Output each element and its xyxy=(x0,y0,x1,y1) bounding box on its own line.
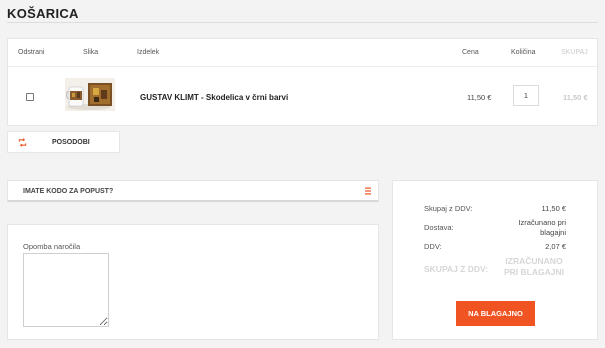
menu-toggle-icon[interactable] xyxy=(365,187,371,195)
order-note-label: Opomba naročila xyxy=(23,242,81,251)
checkout-button[interactable]: NA BLAGAJNO xyxy=(456,301,535,326)
column-header-product: Izdelek xyxy=(137,49,160,56)
shipping-value: Izračunano pri blagajni xyxy=(518,218,566,237)
update-cart-button[interactable]: POSODOBI xyxy=(7,131,120,153)
product-thumbnail[interactable] xyxy=(65,78,115,111)
order-note-panel: Opomba naročila xyxy=(7,224,379,340)
page-title: KOŠARICA xyxy=(7,6,79,21)
column-header-image: Slika xyxy=(83,49,99,56)
column-header-total: SKUPAJ xyxy=(561,49,588,56)
refresh-icon xyxy=(18,138,27,147)
quantity-input[interactable]: 1 xyxy=(513,85,539,106)
column-header-quantity: Količina xyxy=(511,49,536,56)
shipping-label: Dostava: xyxy=(424,223,454,232)
row-total: 11,50 € xyxy=(563,93,588,102)
grand-total-label: SKUPAJ Z DDV: xyxy=(424,264,489,274)
cart-table-header: Odstrani Slika Izdelek Cena Količina SKU… xyxy=(8,39,597,67)
remove-item-checkbox[interactable] xyxy=(26,93,34,101)
vat-value: 2,07 € xyxy=(545,242,566,251)
update-cart-label: POSODOBI xyxy=(52,139,90,146)
mug-and-box-image xyxy=(65,78,115,111)
title-divider xyxy=(7,22,598,23)
product-price: 11,50 € xyxy=(467,93,492,102)
coupon-toggle-bar[interactable]: IMATE KODO ZA POPUST? xyxy=(7,180,379,202)
cart-table: Odstrani Slika Izdelek Cena Količina SKU… xyxy=(7,38,598,126)
product-name-link[interactable]: GUSTAV KLIMT - Skodelica v črni barvi xyxy=(140,93,288,102)
subtotal-label: Skupaj z DDV: xyxy=(424,204,473,213)
coupon-label: IMATE KODO ZA POPUST? xyxy=(23,188,114,195)
grand-total-value: IZRAČUNANO PRI BLAGAJNI xyxy=(504,256,564,277)
order-note-textarea[interactable] xyxy=(23,253,109,327)
column-header-remove: Odstrani xyxy=(18,49,45,56)
vat-label: DDV: xyxy=(424,242,442,251)
column-header-price: Cena xyxy=(462,49,479,56)
subtotal-value: 11,50 € xyxy=(541,204,566,213)
order-summary-panel: Skupaj z DDV: 11,50 € Dostava: Izračunan… xyxy=(392,180,598,340)
table-row: GUSTAV KLIMT - Skodelica v črni barvi 11… xyxy=(8,67,597,127)
